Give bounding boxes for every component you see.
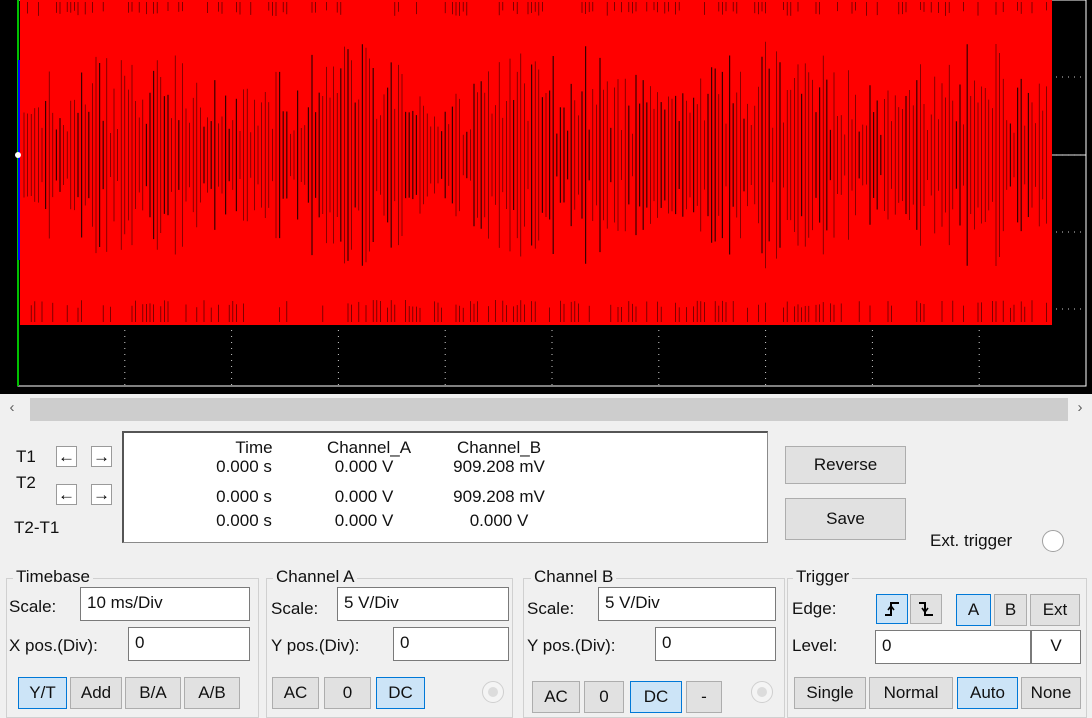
oscilloscope-screen[interactable]: [0, 0, 1092, 394]
level-label: Level:: [792, 636, 838, 655]
edge-label: Edge:: [792, 599, 837, 618]
mode-ba-button[interactable]: B/A: [125, 677, 181, 709]
trigger-single-button[interactable]: Single: [794, 677, 866, 709]
timebase-scale-field[interactable]: 10 ms/Div: [80, 587, 250, 621]
falling-edge-icon[interactable]: [910, 594, 942, 624]
channel-b-dc-button[interactable]: DC: [630, 681, 682, 713]
channel-b-title: Channel B: [531, 567, 617, 587]
cursor-readout-table: Time Channel_A Channel_B 0.000 s 0.000 V…: [122, 431, 768, 543]
reverse-button[interactable]: Reverse: [785, 446, 906, 484]
row2-time: 0.000 s: [216, 487, 272, 506]
t2-right-arrow-icon[interactable]: →: [91, 484, 112, 505]
row2-channel-a: 0.000 V: [334, 487, 394, 506]
waveform-trace: [20, 0, 1052, 325]
row3-channel-a: 0.000 V: [334, 511, 394, 530]
trigger-level-field[interactable]: 0: [875, 630, 1031, 664]
channel-b-ypos-field[interactable]: 0: [655, 627, 776, 661]
horizontal-scrollbar[interactable]: ‹ ›: [0, 395, 1092, 425]
channel-a-scale-field[interactable]: 5 V/Div: [337, 587, 509, 621]
ext-trigger-radio[interactable]: [1042, 530, 1064, 552]
trigger-none-button[interactable]: None: [1021, 677, 1081, 709]
header-channel-a: Channel_A: [326, 438, 412, 457]
trigger-normal-button[interactable]: Normal: [869, 677, 953, 709]
t1-right-arrow-icon[interactable]: →: [91, 446, 112, 467]
mode-yt-button[interactable]: Y/T: [18, 677, 67, 709]
channel-a-ypos-label: Y pos.(Div):: [271, 636, 360, 655]
header-channel-b: Channel_B: [456, 438, 542, 457]
channel-a-scale-label: Scale:: [271, 599, 319, 618]
t1-left-arrow-icon[interactable]: ←: [56, 446, 77, 467]
channel-b-scale-label: Scale:: [527, 599, 575, 618]
trigger-level-unit: V: [1031, 630, 1081, 664]
t2-left-arrow-icon[interactable]: ←: [56, 484, 77, 505]
scroll-left-icon[interactable]: ‹: [2, 399, 22, 416]
trigger-auto-button[interactable]: Auto: [957, 677, 1018, 709]
row1-channel-b: 909.208 mV: [453, 457, 545, 476]
channel-a-ac-button[interactable]: AC: [272, 677, 319, 709]
trigger-source-a-button[interactable]: A: [956, 594, 991, 626]
scroll-right-icon[interactable]: ›: [1070, 399, 1090, 416]
waveform-plot: [15, 0, 1087, 387]
x-pos-field[interactable]: 0: [128, 627, 250, 661]
channel-a-title: Channel A: [273, 567, 358, 587]
t2-label: T2: [16, 473, 36, 492]
row3-time: 0.000 s: [216, 511, 272, 530]
t1-label: T1: [16, 447, 36, 466]
t2-t1-label: T2-T1: [14, 518, 60, 537]
channel-a-ypos-field[interactable]: 0: [393, 627, 509, 661]
mode-add-button[interactable]: Add: [70, 677, 122, 709]
channel-b-zero-button[interactable]: 0: [584, 681, 624, 713]
row3-channel-b: 0.000 V: [469, 511, 529, 530]
timebase-title: Timebase: [13, 567, 94, 587]
trigger-source-ext-button[interactable]: Ext: [1030, 594, 1080, 626]
row2-channel-b: 909.208 mV: [453, 487, 545, 506]
rising-edge-icon[interactable]: [876, 594, 908, 624]
row1-channel-a: 0.000 V: [334, 457, 394, 476]
channel-b-minus-button[interactable]: -: [686, 681, 722, 713]
channel-b-scale-field[interactable]: 5 V/Div: [598, 587, 776, 621]
channel-a-zero-button[interactable]: 0: [324, 677, 371, 709]
channel-a-radio[interactable]: [482, 681, 504, 703]
x-pos-label: X pos.(Div):: [9, 636, 98, 655]
mode-ab-button[interactable]: A/B: [184, 677, 240, 709]
scrollbar-thumb[interactable]: [30, 398, 1068, 421]
trigger-source-b-button[interactable]: B: [994, 594, 1027, 626]
save-button[interactable]: Save: [785, 498, 906, 540]
channel-b-ac-button[interactable]: AC: [532, 681, 580, 713]
channel-b-ypos-label: Y pos.(Div):: [527, 636, 616, 655]
row1-time: 0.000 s: [216, 457, 272, 476]
timebase-scale-label: Scale:: [9, 597, 57, 616]
trigger-title: Trigger: [793, 567, 853, 587]
ext-trigger-label: Ext. trigger: [930, 531, 1013, 550]
channel-b-radio[interactable]: [751, 681, 773, 703]
channel-a-dc-button[interactable]: DC: [376, 677, 425, 709]
trigger-marker: [15, 152, 21, 158]
